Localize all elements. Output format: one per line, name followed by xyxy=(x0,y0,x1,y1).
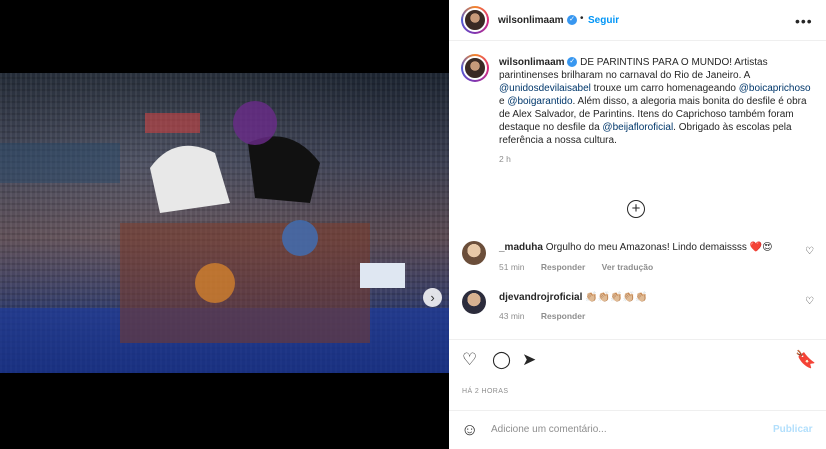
comment-time: 43 min xyxy=(499,311,525,321)
add-comment-bar: ☺ Publicar xyxy=(449,410,826,449)
comment-input[interactable] xyxy=(491,424,761,435)
author-avatar[interactable] xyxy=(461,6,489,34)
action-bar: ♡ ◯ ➤ 🔖 xyxy=(449,339,826,379)
next-image-button[interactable]: › xyxy=(423,288,442,307)
float-illustration xyxy=(0,101,449,373)
publish-button[interactable]: Publicar xyxy=(773,424,812,435)
reply-button[interactable]: Responder xyxy=(541,262,585,272)
like-comment-heart-icon[interactable]: ♡ xyxy=(805,296,814,307)
post-header: wilsonlimaam ✓ • Seguir ••• xyxy=(449,0,826,41)
comment-2: djevandrojroficial 👏🏼👏🏼👏🏼👏🏼👏🏼 xyxy=(499,292,647,303)
post-side-panel: wilsonlimaam ✓ • Seguir ••• wilsonlimaam… xyxy=(449,0,826,449)
comment-text: 👏🏼👏🏼👏🏼👏🏼👏🏼 xyxy=(585,292,648,303)
comment-2-meta: 43 min Responder xyxy=(499,311,599,321)
commenter-avatar[interactable] xyxy=(462,241,486,265)
caption-time: 2 h xyxy=(499,154,511,164)
comment-username[interactable]: _maduha xyxy=(499,242,543,253)
caption-username[interactable]: wilsonlimaam xyxy=(499,57,565,68)
post-photo[interactable]: › xyxy=(0,73,449,373)
caption-text-2: trouxe um carro homenageando xyxy=(590,83,739,94)
author-username[interactable]: wilsonlimaam xyxy=(498,15,564,26)
like-comment-heart-icon[interactable]: ♡ xyxy=(805,246,814,257)
verified-badge-icon: ✓ xyxy=(567,57,578,68)
translate-button[interactable]: Ver tradução xyxy=(602,262,654,272)
commenter-avatar[interactable] xyxy=(462,290,486,314)
comment-text: Orgulho do meu Amazonas! Lindo demaissss… xyxy=(545,242,773,253)
share-send-icon[interactable]: ➤ xyxy=(522,350,536,370)
comment-time: 51 min xyxy=(499,262,525,272)
caption-author-avatar[interactable] xyxy=(461,54,489,82)
verified-badge-icon: ✓ xyxy=(567,15,577,25)
mention-beijafloroficial[interactable]: @beijafloroficial xyxy=(602,122,673,133)
comment-username[interactable]: djevandrojroficial xyxy=(499,292,582,303)
comment-1-meta: 51 min Responder Ver tradução xyxy=(499,262,667,272)
mention-boicaprichoso[interactable]: @boicaprichoso xyxy=(739,83,811,94)
reply-button[interactable]: Responder xyxy=(541,311,585,321)
like-heart-icon[interactable]: ♡ xyxy=(462,350,477,370)
post-caption: wilsonlimaam ✓ DE PARINTINS PARA O MUNDO… xyxy=(499,56,814,166)
post-date: HÁ 2 HORAS xyxy=(462,388,509,395)
follow-button[interactable]: Seguir xyxy=(588,15,619,26)
post-media-area: › xyxy=(0,0,449,449)
comment-1: _maduha Orgulho do meu Amazonas! Lindo d… xyxy=(499,242,773,253)
mention-unidosdevilaisabel[interactable]: @unidosdevilaisabel xyxy=(499,83,591,94)
save-bookmark-icon[interactable]: 🔖 xyxy=(795,350,816,370)
load-more-comments-icon[interactable]: + xyxy=(627,200,645,218)
more-horizontal-icon[interactable]: ••• xyxy=(795,13,813,29)
comment-bubble-icon[interactable]: ◯ xyxy=(492,350,511,370)
emoji-smile-icon[interactable]: ☺ xyxy=(461,420,478,440)
mention-boigarantido[interactable]: @boigarantido xyxy=(507,96,572,107)
separator-dot: • xyxy=(580,13,584,24)
